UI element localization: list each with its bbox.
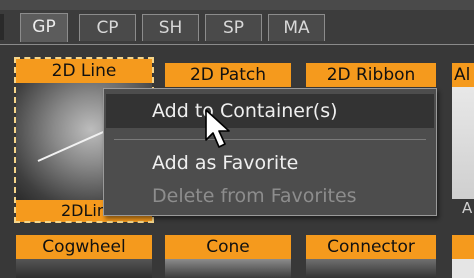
menu-item-add-to-container[interactable]: Add to Container(s) — [106, 94, 434, 128]
tile-label: Cone — [165, 235, 291, 259]
thumbnail-cone — [165, 259, 291, 278]
tab-sp[interactable]: SP — [205, 14, 262, 41]
tile-label: Cogwheel — [16, 235, 152, 259]
menu-item-delete-favorite: Delete from Favorites — [152, 185, 357, 207]
tab-cp[interactable]: CP — [79, 14, 136, 41]
thumbnail-cogwheel — [16, 259, 152, 278]
tab-gp[interactable]: GP — [20, 13, 68, 42]
tile-label — [452, 235, 474, 259]
tab-sh[interactable]: SH — [142, 14, 199, 41]
thumbnail-partial — [452, 87, 474, 199]
tile-2d-ribbon[interactable]: 2D Ribbon — [306, 63, 436, 91]
tile-connector[interactable]: Connector — [306, 235, 436, 278]
panel-grip — [0, 14, 4, 40]
tile-partial-row2[interactable] — [452, 235, 474, 278]
tile-label: 2D Ribbon — [306, 63, 436, 87]
thumbnail-connector — [306, 259, 436, 278]
tile-partial[interactable]: Al A — [452, 63, 474, 221]
tile-caption: A — [462, 199, 473, 217]
window-top-bar — [0, 0, 474, 10]
tile-label: 2D Line — [16, 59, 152, 83]
menu-item-add-favorite[interactable]: Add as Favorite — [106, 146, 434, 180]
tile-label: 2D Patch — [165, 63, 291, 87]
tile-2d-patch[interactable]: 2D Patch — [165, 63, 291, 91]
menu-separator — [114, 139, 426, 140]
arrow-pointer-icon — [205, 109, 230, 148]
tab-ma[interactable]: MA — [268, 14, 325, 41]
tile-cone[interactable]: Cone — [165, 235, 291, 278]
tile-label: Connector — [306, 235, 436, 259]
context-menu: Add to Container(s) Add as Favorite Dele… — [103, 88, 437, 216]
tile-label: Al — [452, 63, 474, 87]
thumbnail-partial-row2 — [452, 259, 474, 278]
tile-cogwheel[interactable]: Cogwheel — [16, 235, 152, 278]
